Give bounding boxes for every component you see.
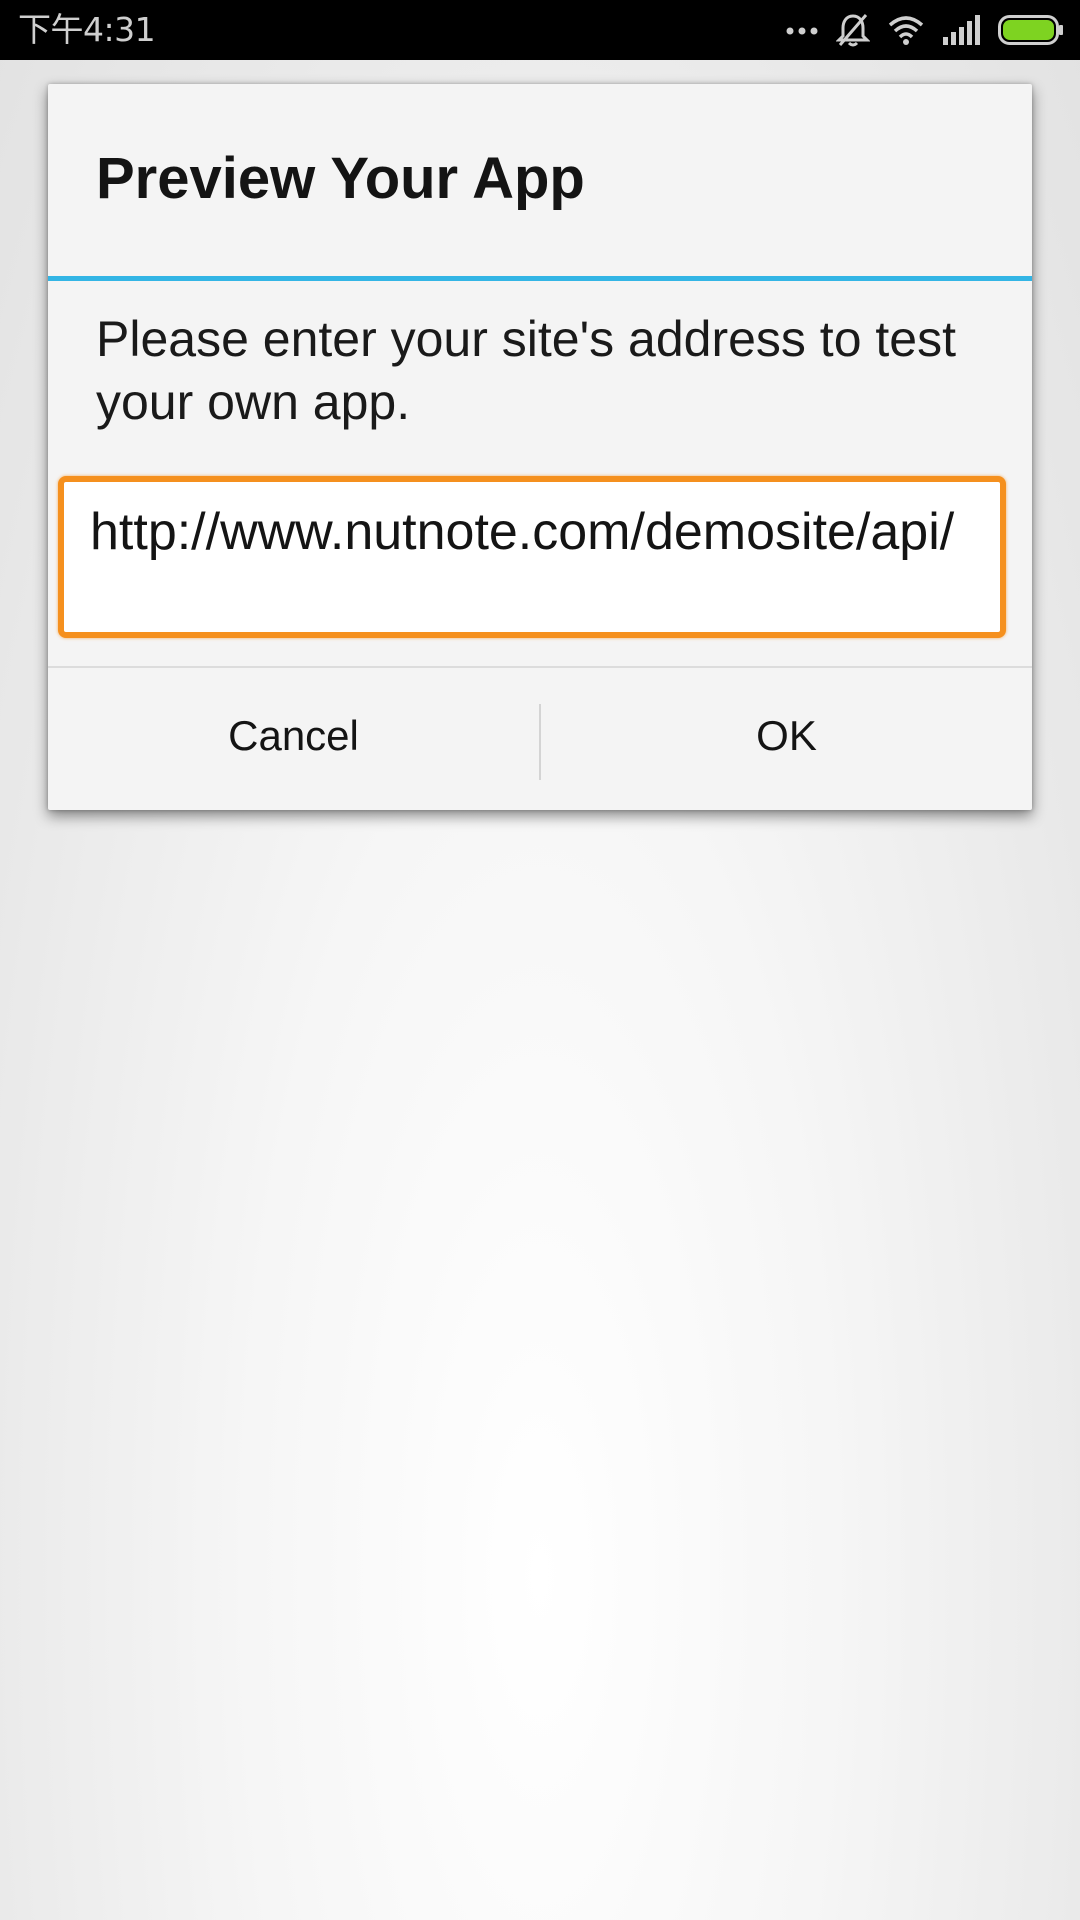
preview-dialog: Preview Your App Please enter your site'… [48,84,1032,810]
signal-icon [942,15,980,45]
ok-button[interactable]: OK [541,668,1032,810]
more-dots-icon [786,24,818,36]
mute-bell-icon [836,12,870,48]
cancel-button[interactable]: Cancel [48,668,539,810]
status-icons [786,10,1064,50]
wifi-icon [888,15,924,45]
status-time: 下午4:31 [18,10,156,49]
dialog-button-bar: Cancel OK [48,668,1032,810]
title-divider [48,276,1032,281]
dialog-message: Please enter your site's address to test… [96,311,956,430]
dialog-title: Preview Your App [96,146,585,211]
status-bar: 下午4:31 [0,0,1080,60]
site-address-input[interactable]: http://www.nutnote.com/demosite/api/ [58,476,1006,638]
battery-icon [998,15,1064,45]
